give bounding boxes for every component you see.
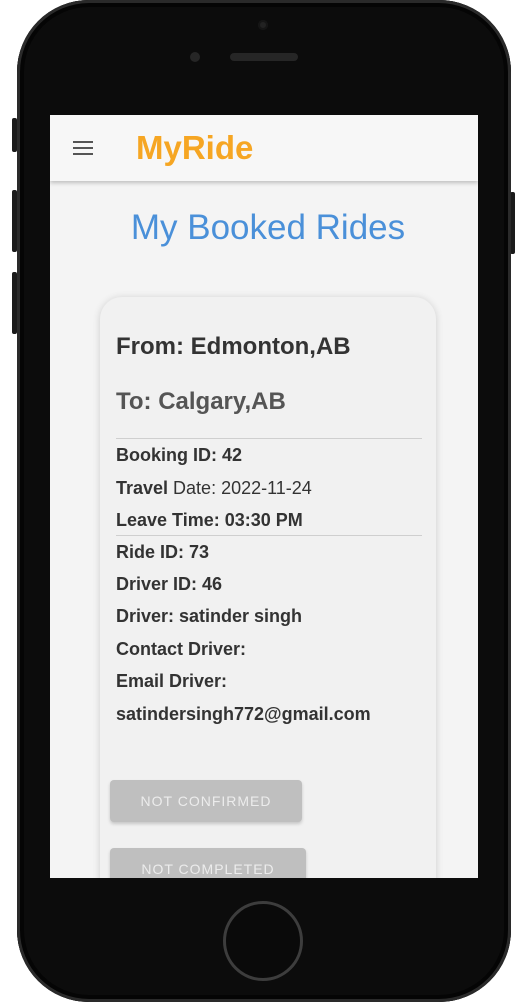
app-brand: MyRide [136, 129, 254, 166]
not-completed-button[interactable]: NOT COMPLETED [110, 848, 306, 878]
device-mockup: MyRide My Booked Rides From: Edmonton,AB… [0, 0, 531, 1002]
travel-date-value: Date: 2022-11-24 [168, 478, 312, 498]
page-title: My Booked Rides [130, 208, 406, 247]
ride-id: Ride ID: 73 [116, 542, 210, 562]
driver-name: Driver: satinder singh [116, 606, 303, 626]
email-driver-label: Email Driver: [116, 671, 228, 691]
booking-id: Booking ID: 42 [116, 445, 243, 465]
menu-bar [73, 147, 93, 149]
menu-bar [73, 153, 93, 155]
home-button[interactable] [223, 901, 303, 981]
app-toolbar: MyRide [50, 115, 478, 181]
travel-date: Travel Date: 2022-11-24 [116, 477, 312, 499]
contact-driver: Contact Driver: [116, 639, 247, 659]
hamburger-menu-icon[interactable] [73, 141, 93, 155]
driver-email[interactable]: satindersingh772@gmail.com [116, 703, 371, 725]
divider [116, 535, 422, 536]
app-screen: MyRide My Booked Rides From: Edmonton,AB… [50, 115, 478, 878]
booking-card: From: Edmonton,AB To: Calgary,AB Booking… [100, 297, 436, 878]
earpiece-speaker-icon [230, 53, 298, 61]
divider [116, 438, 422, 439]
origin-text: From: Edmonton,AB [116, 333, 351, 360]
front-camera-icon [258, 20, 268, 30]
menu-bar [73, 141, 93, 143]
destination-text: To: Calgary,AB [116, 388, 286, 415]
not-confirmed-button[interactable]: NOT CONFIRMED [110, 780, 302, 822]
driver-id: Driver ID: 46 [116, 574, 223, 594]
proximity-sensor-icon [190, 52, 200, 62]
leave-time: Leave Time: 03:30 PM [116, 510, 303, 530]
travel-date-label: Travel [116, 478, 169, 498]
